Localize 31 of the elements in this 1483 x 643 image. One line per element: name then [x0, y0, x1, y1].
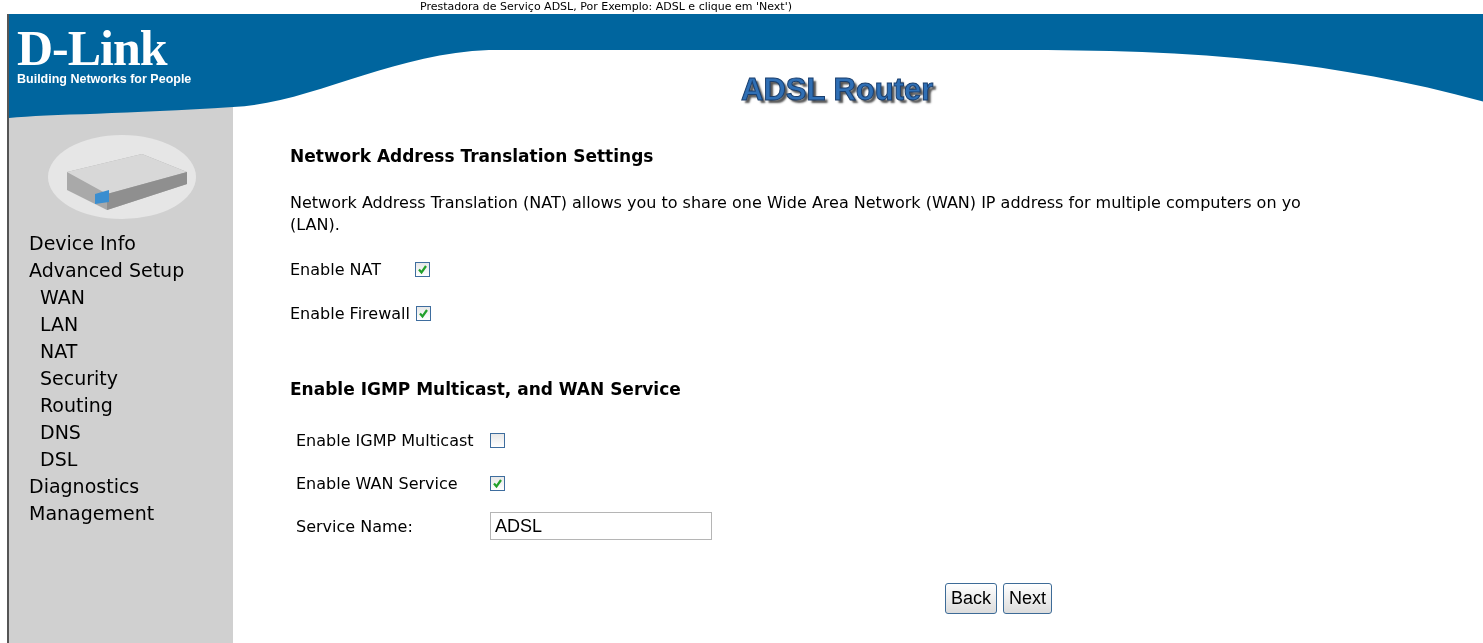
checkbox-label: Enable WAN Service: [296, 473, 459, 493]
checkbox[interactable]: [415, 261, 430, 277]
checkbox[interactable]: [490, 475, 505, 491]
section-heading: Enable IGMP Multicast, and WAN Service: [290, 379, 682, 399]
nav-link[interactable]: Routing: [29, 392, 233, 419]
instruction-text: Prestadora de Serviço ADSL, Por Exemplo: ADSL e clique em 'Next'): [420, 0, 792, 14]
nav-link[interactable]: Advanced Setup: [29, 257, 233, 284]
checkbox[interactable]: [415, 305, 431, 321]
nav-link[interactable]: NAT: [29, 338, 233, 365]
field-label: Service Name:: [296, 516, 414, 536]
nav-link[interactable]: LAN: [29, 311, 233, 338]
nav-link[interactable]: Security: [29, 365, 233, 392]
router-icon: [47, 132, 197, 222]
nav-link[interactable]: WAN: [29, 284, 233, 311]
checkbox[interactable]: [490, 432, 505, 448]
service-name-field[interactable]: ADSL: [490, 512, 712, 540]
nav-button[interactable]: Next: [1003, 583, 1053, 614]
nav-link[interactable]: Diagnostics: [29, 473, 233, 500]
checkbox-label: Enable IGMP Multicast: [296, 430, 475, 450]
section-heading: Network Address Translation Settings: [290, 146, 655, 166]
nav-link[interactable]: DSL: [29, 446, 233, 473]
page-title: ADSL Router: [741, 72, 934, 108]
checkbox-label: Enable Firewall: [290, 303, 410, 323]
nav-link[interactable]: Device Info: [29, 230, 233, 257]
logo-wordmark: D-Link: [17, 26, 168, 70]
description-text: Network Address Translation (NAT) allows you to share one Wide Area Network (WAN) IP address for multiple computers on yo (LAN).: [290, 192, 1302, 236]
nav-link[interactable]: Management: [29, 500, 233, 527]
nav-link[interactable]: DNS: [29, 419, 233, 446]
checkbox-label: Enable NAT: [290, 259, 383, 279]
logo-tagline: Building Networks for People: [17, 72, 192, 86]
nav-button[interactable]: Back: [945, 583, 998, 614]
